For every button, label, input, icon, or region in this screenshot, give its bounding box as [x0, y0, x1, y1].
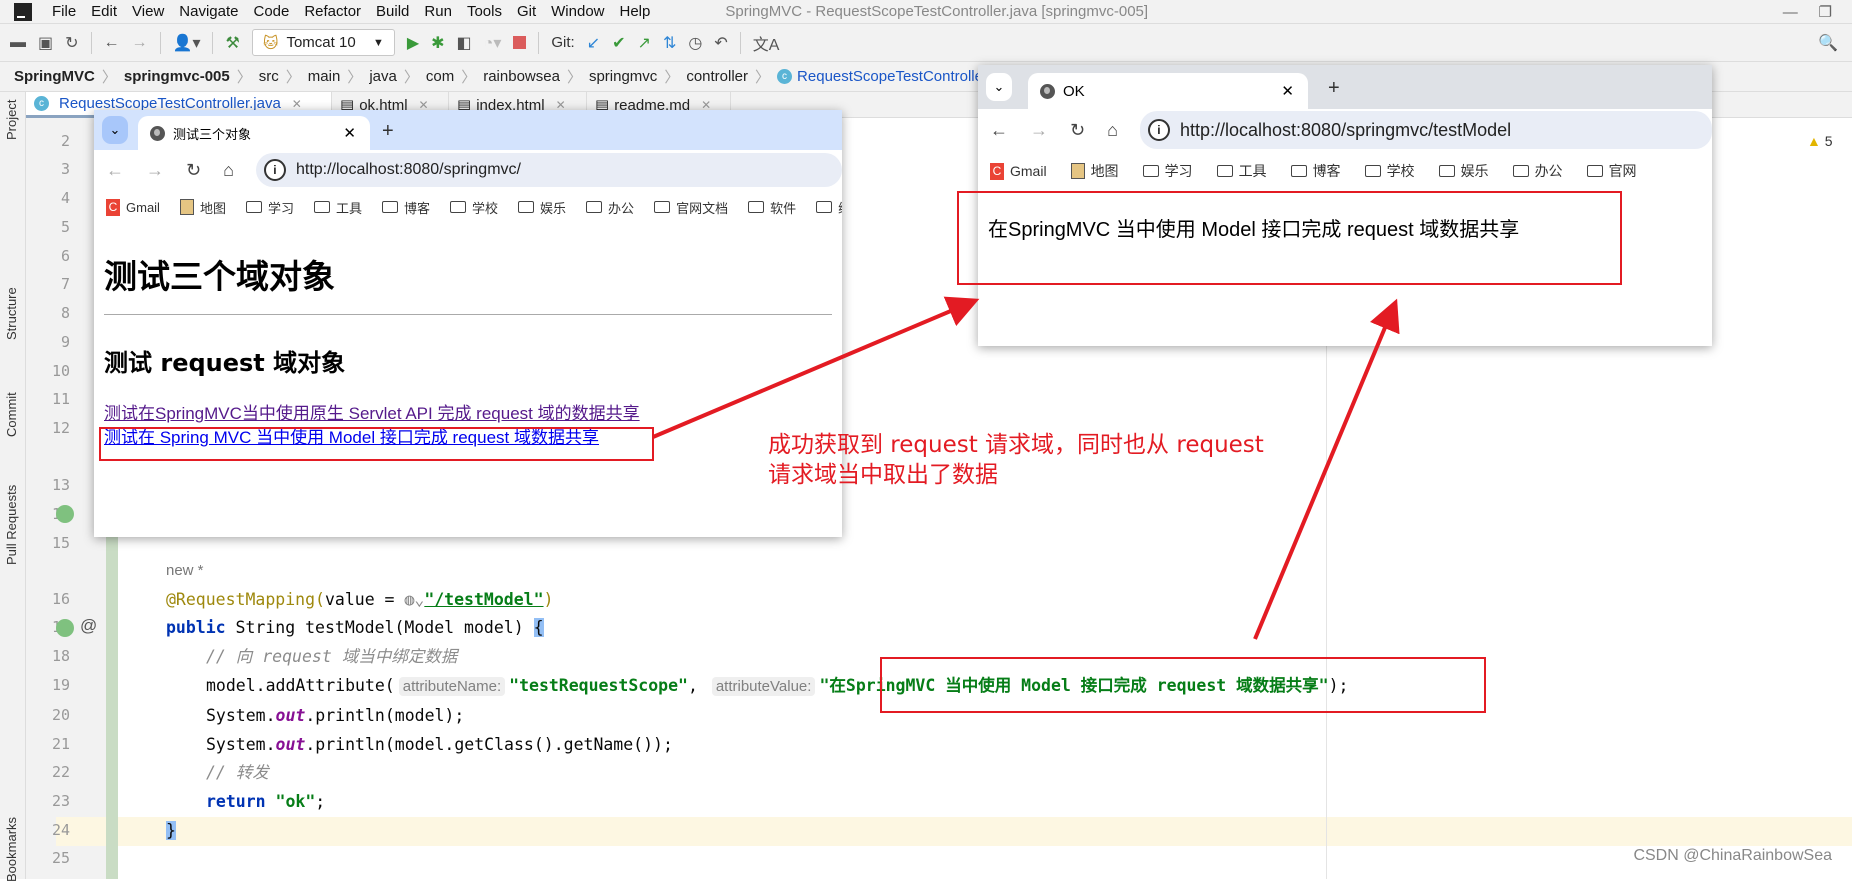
arrow-link-to-result — [652, 296, 980, 439]
annotation-line: 请求域当中取出了数据 — [768, 462, 998, 488]
watermark: CSDN @ChinaRainbowSea — [1633, 847, 1832, 864]
arrow-code-to-result — [1253, 298, 1400, 640]
annotation-note: 成功获取到 request 请求域，同时也从 request 请求域当中取出了数… — [768, 430, 1264, 490]
annotation-line: 成功获取到 request 请求域，同时也从 request — [768, 432, 1264, 458]
